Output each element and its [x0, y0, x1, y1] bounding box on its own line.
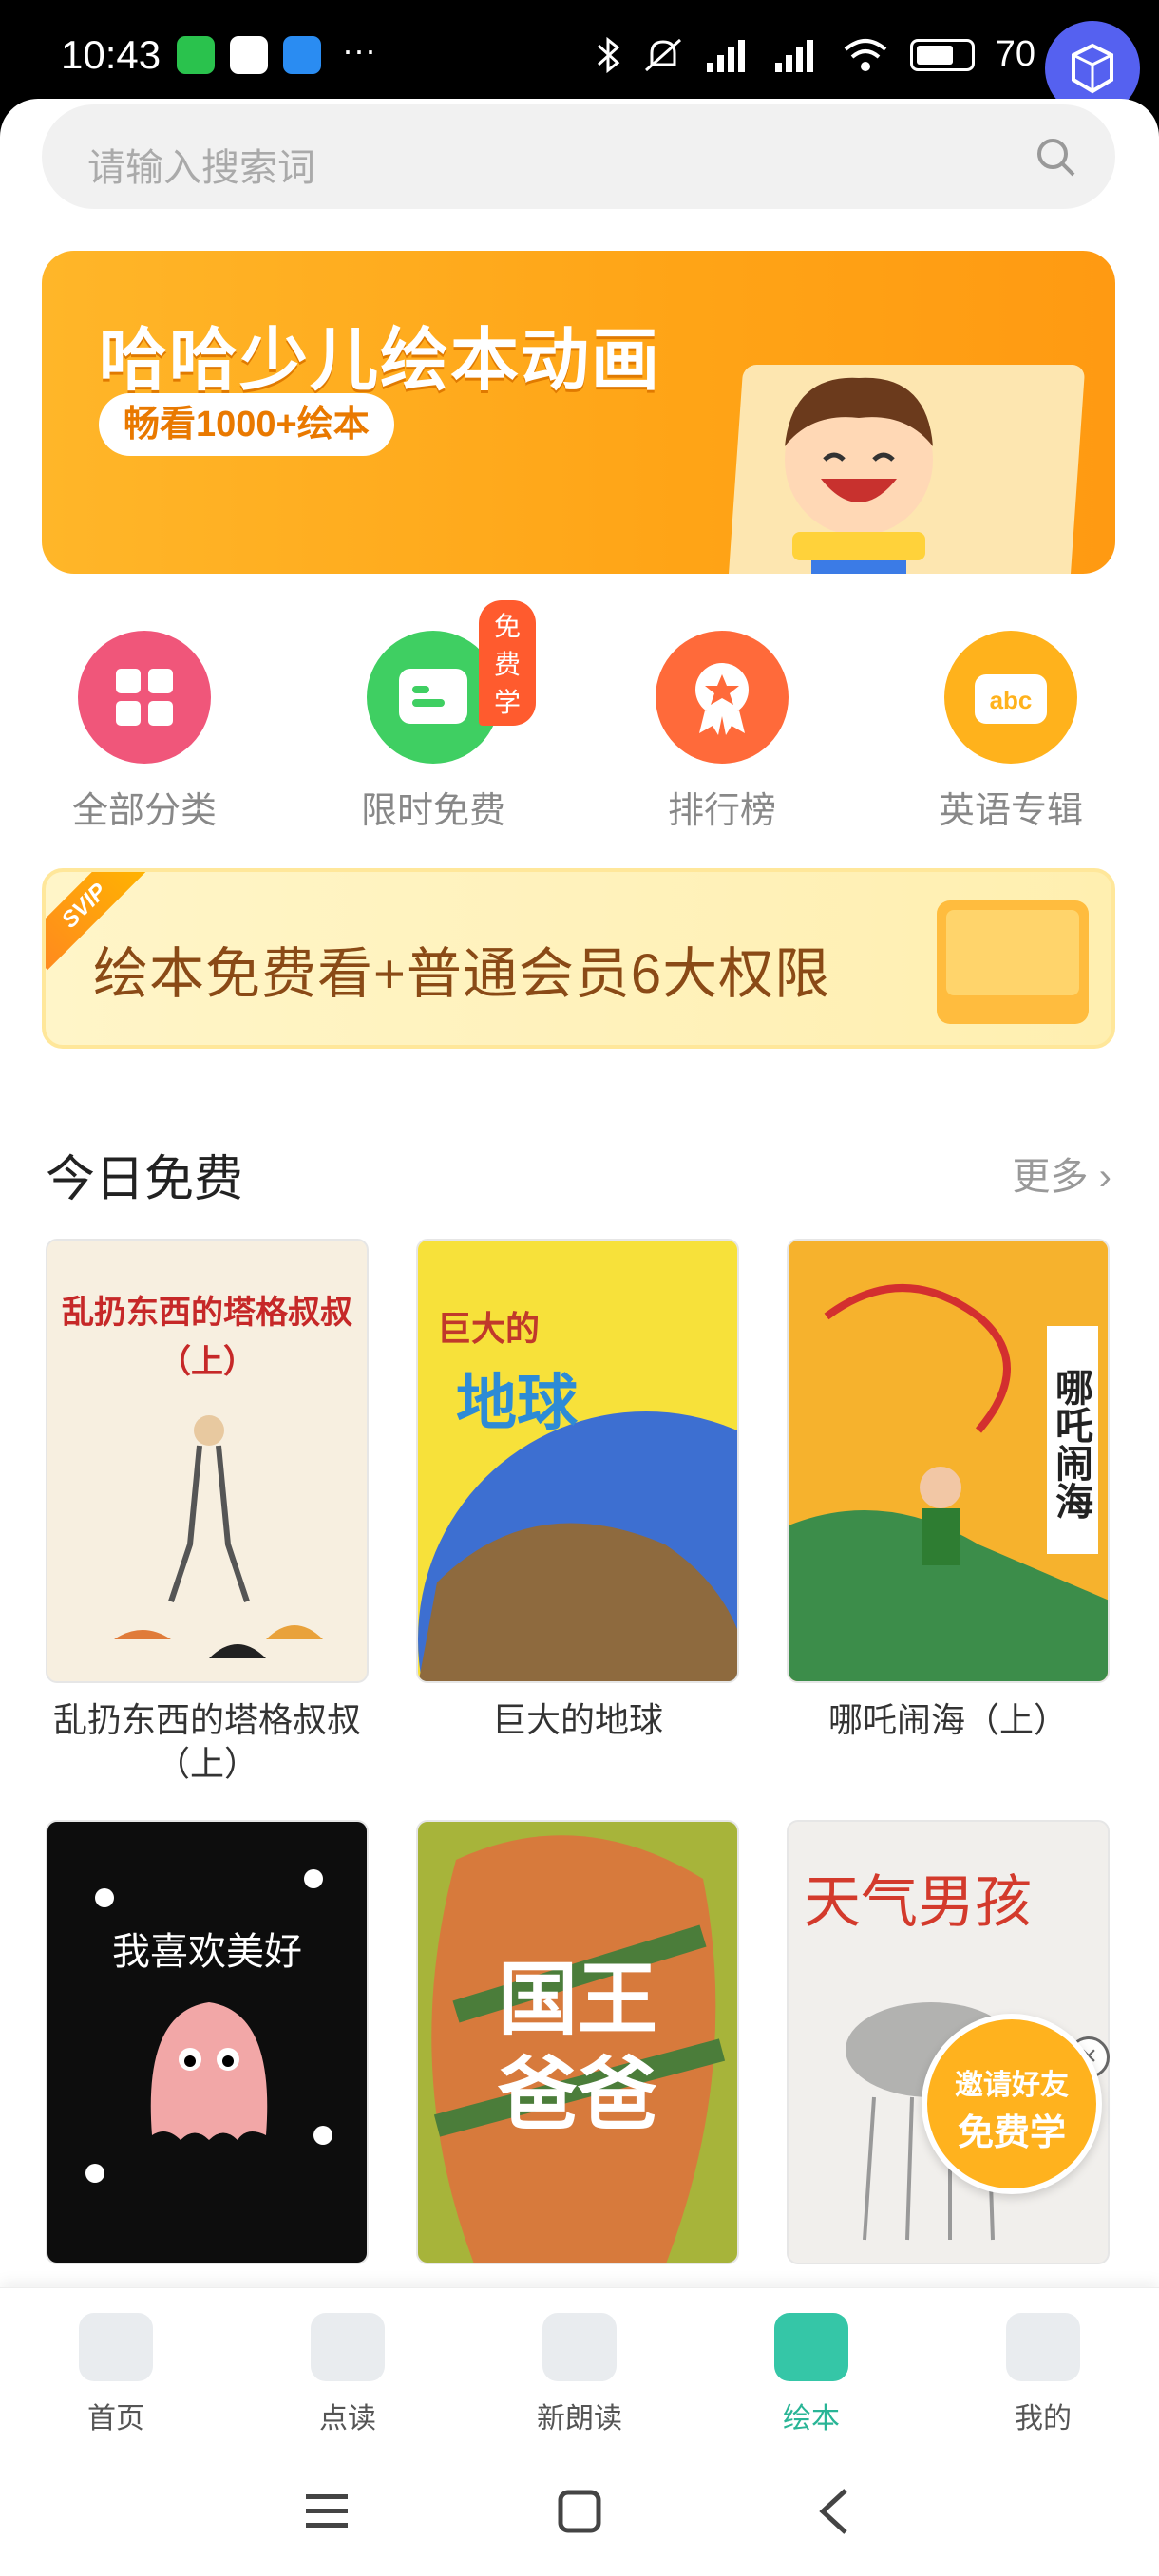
invite-line2: 免费学 — [957, 2113, 1066, 2153]
category-label: 英语专辑 — [938, 791, 1083, 831]
book-cover: 我喜欢美好 — [46, 1820, 369, 2264]
more-notifications-icon: ··· — [342, 30, 376, 69]
tab-label: 我的 — [1015, 2403, 1072, 2434]
battery-icon — [909, 38, 975, 71]
status-indicators: 70 — [595, 34, 1036, 75]
back-icon[interactable] — [808, 2483, 864, 2540]
book-title: 乱扔东西的塔格叔叔（上） — [52, 1700, 361, 1783]
home-icon — [79, 2313, 153, 2381]
bluetooth-icon — [597, 36, 620, 73]
cover-illustration — [86, 1869, 332, 2183]
book-card[interactable]: 乱扔东西的塔格叔叔 （上） 乱扔东西的塔格叔叔（上） — [46, 1239, 369, 1786]
category-label: 限时免费 — [360, 791, 505, 831]
wechat-icon — [177, 36, 215, 74]
wifi-icon — [844, 38, 887, 71]
android-app-icon — [283, 36, 321, 74]
tab-label: 绘本 — [783, 2403, 840, 2434]
status-time: 10:43 — [61, 32, 162, 77]
bottom-tab-bar: 首页 点读 新朗读 绘本 我的 — [0, 2287, 1159, 2449]
book-card[interactable]: 哪吒闹海 哪吒闹海（上） — [787, 1239, 1110, 1742]
cover-title: 哪吒闹海 — [1047, 1326, 1098, 1554]
tab-read-aloud[interactable]: 新朗读 — [504, 2313, 656, 2436]
tab-profile[interactable]: 我的 — [967, 2313, 1119, 2436]
picture-book-icon — [774, 2313, 848, 2381]
cover-illustration — [114, 1415, 323, 1658]
cover-title: 巨大的 — [437, 1309, 541, 1348]
invite-line1: 邀请好友 — [955, 2070, 1069, 2101]
invite-friends-button[interactable]: 邀请好友 免费学 — [922, 2014, 1102, 2194]
cartoon-kid-illustration — [785, 377, 933, 574]
abc-icon: abc — [944, 631, 1077, 764]
book-cover: 哪吒闹海 — [787, 1239, 1110, 1683]
home-button-icon[interactable] — [551, 2483, 608, 2540]
cube-icon — [1072, 43, 1113, 94]
more-link[interactable]: 更多 › — [1013, 1146, 1112, 1201]
book-cover: 国王 爸爸 — [416, 1820, 739, 2264]
point-read-icon — [311, 2313, 385, 2381]
system-navigation-bar — [0, 2449, 1159, 2576]
book-moon-icon — [937, 900, 1089, 1024]
category-free[interactable]: 免费学 限时免费 — [338, 600, 537, 833]
more-label: 更多 — [1012, 1156, 1089, 1198]
category-label: 排行榜 — [667, 791, 776, 831]
tab-label: 新朗读 — [537, 2403, 622, 2434]
cover-subtitle: 地球 — [456, 1369, 578, 1437]
tab-label: 点读 — [319, 2403, 376, 2434]
search-placeholder: 请输入搜索词 — [87, 147, 315, 189]
chevron-right-icon: › — [1098, 1156, 1112, 1198]
category-label: 全部分类 — [71, 791, 217, 831]
menu-icon[interactable] — [300, 2483, 357, 2540]
award-icon — [656, 631, 788, 764]
category-english[interactable]: abc 英语专辑 — [916, 631, 1106, 833]
signal-icon — [706, 39, 745, 72]
status-notifications: ··· — [177, 30, 376, 74]
section-title: 今日免费 — [46, 1152, 244, 1207]
book-card[interactable]: 我喜欢美好 — [46, 1820, 369, 2264]
banner-pill: 畅看1000+绘本 — [99, 393, 394, 456]
svip-text: 绘本免费看+普通会员6大权限 — [93, 943, 831, 1005]
cover-subtitle: 爸爸 — [497, 2050, 657, 2139]
banner-title: 哈哈少儿绘本动画 — [99, 323, 662, 399]
book-title: 哪吒闹海（上） — [827, 1700, 1068, 1739]
profile-icon — [1006, 2313, 1080, 2381]
category-ranking[interactable]: 排行榜 — [627, 631, 817, 833]
tab-point-read[interactable]: 点读 — [272, 2313, 424, 2436]
grid-icon — [78, 631, 211, 764]
status-bar: 10:43 ··· 70 — [0, 0, 1159, 116]
category-row: 全部分类 免费学 限时免费 排行榜 abc 英语专辑 — [0, 600, 1159, 840]
qq-icon — [230, 36, 268, 74]
book-card[interactable]: 巨大的 地球 巨大的地球 — [416, 1239, 739, 1742]
svg-text:abc: abc — [990, 686, 1033, 714]
search-icon[interactable] — [1034, 135, 1077, 179]
free-badge: 免费学 — [479, 600, 537, 726]
tab-picture-book[interactable]: 绘本 — [735, 2313, 887, 2436]
mute-icon — [644, 38, 681, 71]
tab-label: 首页 — [87, 2403, 144, 2434]
book-cover: 巨大的 地球 — [416, 1239, 739, 1683]
book-card[interactable]: 国王 爸爸 — [416, 1820, 739, 2264]
battery-percent: 70 — [995, 34, 1036, 74]
signal-hd-icon — [774, 39, 813, 72]
tab-home[interactable]: 首页 — [40, 2313, 192, 2436]
main-content: 请输入搜索词 哈哈少儿绘本动画 畅看1000+绘本 全部分类 免费学 限时免费 … — [0, 99, 1159, 2293]
read-aloud-icon — [542, 2313, 617, 2381]
category-all[interactable]: 全部分类 — [49, 631, 239, 833]
book-title: 巨大的地球 — [491, 1700, 663, 1739]
book-cover: 乱扔东西的塔格叔叔 （上） — [46, 1239, 369, 1683]
promo-banner[interactable]: 哈哈少儿绘本动画 畅看1000+绘本 — [42, 251, 1115, 574]
search-bar[interactable]: 请输入搜索词 — [42, 104, 1115, 209]
svip-banner[interactable]: SVIP 绘本免费看+普通会员6大权限 — [42, 868, 1115, 1049]
